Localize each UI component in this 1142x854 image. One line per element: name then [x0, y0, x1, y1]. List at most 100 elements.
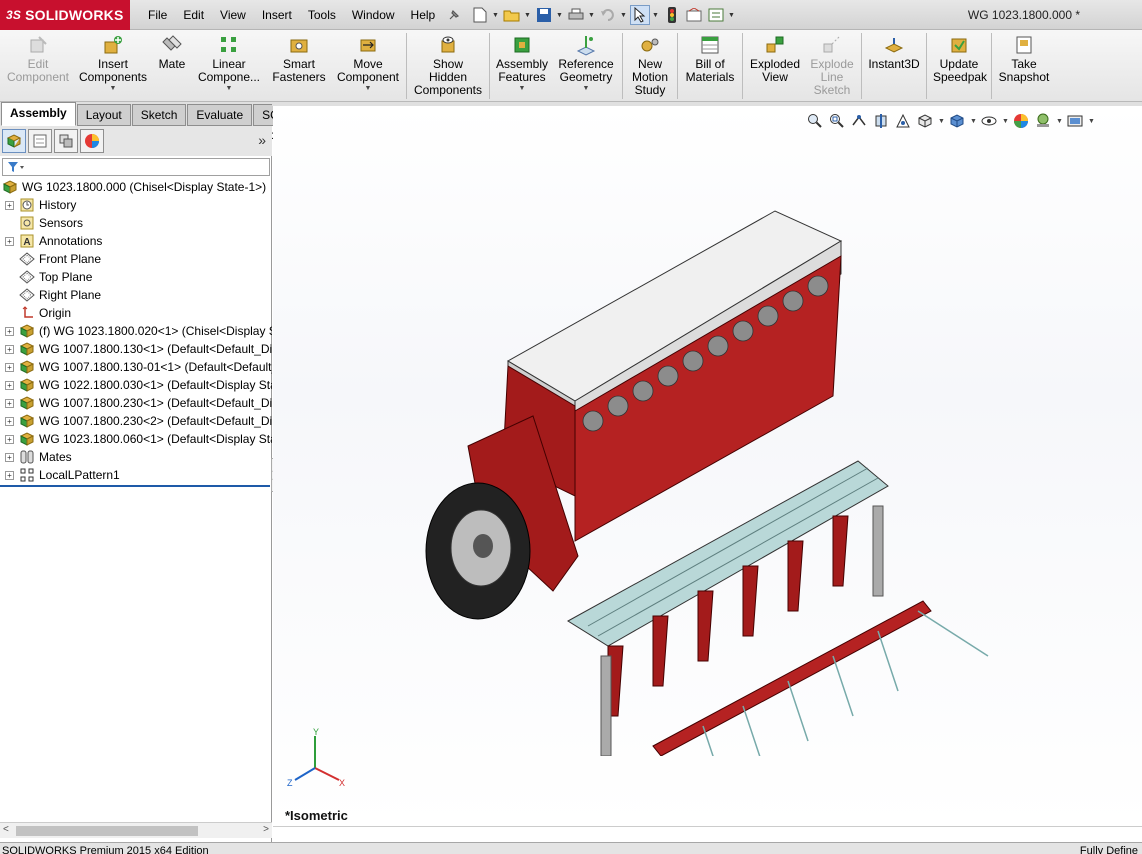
property-manager-tab[interactable]: [28, 129, 52, 153]
view-orientation-icon[interactable]: [916, 112, 934, 130]
configuration-manager-tab[interactable]: [54, 129, 78, 153]
feature-manager-tab[interactable]: [2, 129, 26, 153]
open-dropdown-icon[interactable]: ▼: [524, 12, 532, 19]
tab-sketch[interactable]: Sketch: [131, 104, 187, 126]
scroll-left-icon[interactable]: <: [3, 824, 9, 835]
tree-item-annotations[interactable]: + A Annotations: [0, 232, 272, 250]
tree-item-top-plane[interactable]: Top Plane: [0, 268, 272, 286]
display-style-icon[interactable]: [948, 112, 966, 130]
show-hidden-components-button[interactable]: Show Hidden Components: [409, 30, 487, 100]
tree-item-mates[interactable]: + Mates: [0, 448, 272, 466]
menu-insert[interactable]: Insert: [254, 0, 300, 30]
menu-file[interactable]: File: [140, 0, 175, 30]
apply-scene-icon[interactable]: [1034, 112, 1052, 130]
new-dropdown-icon[interactable]: ▼: [492, 12, 500, 19]
expand-icon[interactable]: +: [5, 326, 14, 336]
edit-appearance-icon[interactable]: [1012, 112, 1030, 130]
new-document-icon[interactable]: [470, 5, 490, 25]
undo-dropdown-icon[interactable]: ▼: [620, 12, 628, 19]
file-properties-icon[interactable]: [684, 5, 704, 25]
display-style-dropdown-icon[interactable]: ▼: [970, 118, 977, 125]
assembly-features-button[interactable]: Assembly Features ▼: [492, 30, 552, 100]
apply-scene-dropdown-icon[interactable]: ▼: [1056, 118, 1063, 125]
linear-component-pattern-button[interactable]: Linear Compone... ▼: [192, 30, 266, 100]
insert-components-button[interactable]: Insert Components ▼: [74, 30, 152, 100]
zoom-to-area-icon[interactable]: [828, 112, 846, 130]
menu-help[interactable]: Help: [403, 0, 444, 30]
assembly-features-dropdown-icon[interactable]: ▼: [519, 84, 526, 93]
expand-icon[interactable]: +: [5, 452, 14, 462]
move-component-button[interactable]: Move Component ▼: [332, 30, 404, 100]
tree-item-front-plane[interactable]: Front Plane: [0, 250, 272, 268]
expand-icon[interactable]: +: [5, 236, 14, 246]
menu-tools[interactable]: Tools: [300, 0, 344, 30]
exploded-view-button[interactable]: Exploded View: [745, 30, 805, 100]
menu-edit[interactable]: Edit: [175, 0, 212, 30]
move-component-dropdown-icon[interactable]: ▼: [365, 84, 372, 93]
expand-icon[interactable]: +: [5, 416, 14, 426]
open-folder-icon[interactable]: [502, 5, 522, 25]
edit-component-button[interactable]: Edit Component: [2, 30, 74, 100]
tab-assembly[interactable]: Assembly: [1, 102, 76, 126]
expand-icon[interactable]: +: [5, 344, 14, 354]
bill-of-materials-button[interactable]: Bill of Materials: [680, 30, 740, 100]
smart-fasteners-button[interactable]: Smart Fasteners: [266, 30, 332, 100]
section-view-icon[interactable]: [872, 112, 890, 130]
linear-pattern-dropdown-icon[interactable]: ▼: [226, 84, 233, 93]
tree-item-component[interactable]: + WG 1007.1800.130<1> (Default<Default_D…: [0, 340, 272, 358]
undo-icon[interactable]: [598, 5, 618, 25]
tree-item-component[interactable]: + WG 1007.1800.230<2> (Default<Default_D…: [0, 412, 272, 430]
insert-components-dropdown-icon[interactable]: ▼: [110, 84, 117, 93]
print-dropdown-icon[interactable]: ▼: [588, 12, 596, 19]
rebuild-traffic-light-icon[interactable]: [662, 5, 682, 25]
tab-evaluate[interactable]: Evaluate: [187, 104, 253, 126]
explode-line-sketch-button[interactable]: Explode Line Sketch: [805, 30, 859, 100]
reference-geometry-dropdown-icon[interactable]: ▼: [583, 84, 590, 93]
take-snapshot-button[interactable]: Take Snapshot: [994, 30, 1054, 100]
tree-item-component[interactable]: + WG 1023.1800.060<1> (Default<Display S…: [0, 430, 272, 448]
horizontal-scrollbar[interactable]: < >: [0, 822, 272, 838]
options-icon[interactable]: [706, 5, 726, 25]
tab-layout[interactable]: Layout: [76, 104, 131, 126]
seed-drill-model[interactable]: [403, 196, 1003, 756]
display-manager-tab[interactable]: [80, 129, 104, 153]
graphics-area[interactable]: ▼ ▼ ▼ ▼ ▼ Y X Z *Isometric: [273, 106, 1142, 826]
tree-item-component[interactable]: + WG 1007.1800.130-01<1> (Default<Defaul…: [0, 358, 272, 376]
scrollbar-thumb[interactable]: [16, 826, 198, 836]
tree-item-component[interactable]: + WG 1022.1800.030<1> (Default<Display S…: [0, 376, 272, 394]
solidworks-logo[interactable]: 3S SOLIDWORKS: [0, 0, 130, 30]
rollback-bar[interactable]: [0, 485, 270, 487]
pin-icon[interactable]: [447, 8, 461, 22]
hide-show-items-icon[interactable]: [980, 112, 998, 130]
previous-view-icon[interactable]: [850, 112, 868, 130]
options-dropdown-icon[interactable]: ▼: [728, 12, 736, 19]
update-speedpak-button[interactable]: Update Speedpak: [929, 30, 989, 100]
hide-show-dropdown-icon[interactable]: ▼: [1002, 118, 1009, 125]
tree-item-local-pattern[interactable]: + LocalLPattern1: [0, 466, 272, 484]
tree-item-history[interactable]: + History: [0, 196, 272, 214]
expand-icon[interactable]: +: [5, 434, 14, 444]
print-icon[interactable]: [566, 5, 586, 25]
mate-button[interactable]: Mate: [152, 30, 192, 100]
zoom-to-fit-icon[interactable]: [806, 112, 824, 130]
tree-item-sensors[interactable]: Sensors: [0, 214, 272, 232]
tree-item-component[interactable]: + WG 1007.1800.230<1> (Default<Default_D…: [0, 394, 272, 412]
view-orientation-dropdown-icon[interactable]: ▼: [938, 118, 945, 125]
save-dropdown-icon[interactable]: ▼: [556, 12, 564, 19]
tree-item-origin[interactable]: Origin: [0, 304, 272, 322]
expand-icon[interactable]: +: [5, 200, 14, 210]
menu-window[interactable]: Window: [344, 0, 403, 30]
select-cursor-icon[interactable]: [630, 5, 650, 25]
expand-icon[interactable]: +: [5, 398, 14, 408]
tree-item-right-plane[interactable]: Right Plane: [0, 286, 272, 304]
menu-view[interactable]: View: [212, 0, 254, 30]
expand-icon[interactable]: +: [5, 380, 14, 390]
new-motion-study-button[interactable]: New Motion Study: [625, 30, 675, 100]
select-dropdown-icon[interactable]: ▼: [652, 12, 660, 19]
panel-expand-icon[interactable]: »: [258, 132, 266, 148]
tree-item-component[interactable]: + (f) WG 1023.1800.020<1> (Chisel<Displa…: [0, 322, 272, 340]
save-icon[interactable]: [534, 5, 554, 25]
scroll-right-icon[interactable]: >: [263, 824, 269, 835]
tree-root-assembly[interactable]: WG 1023.1800.000 (Chisel<Display State-1…: [0, 178, 272, 196]
instant3d-button[interactable]: Instant3D: [864, 30, 924, 100]
